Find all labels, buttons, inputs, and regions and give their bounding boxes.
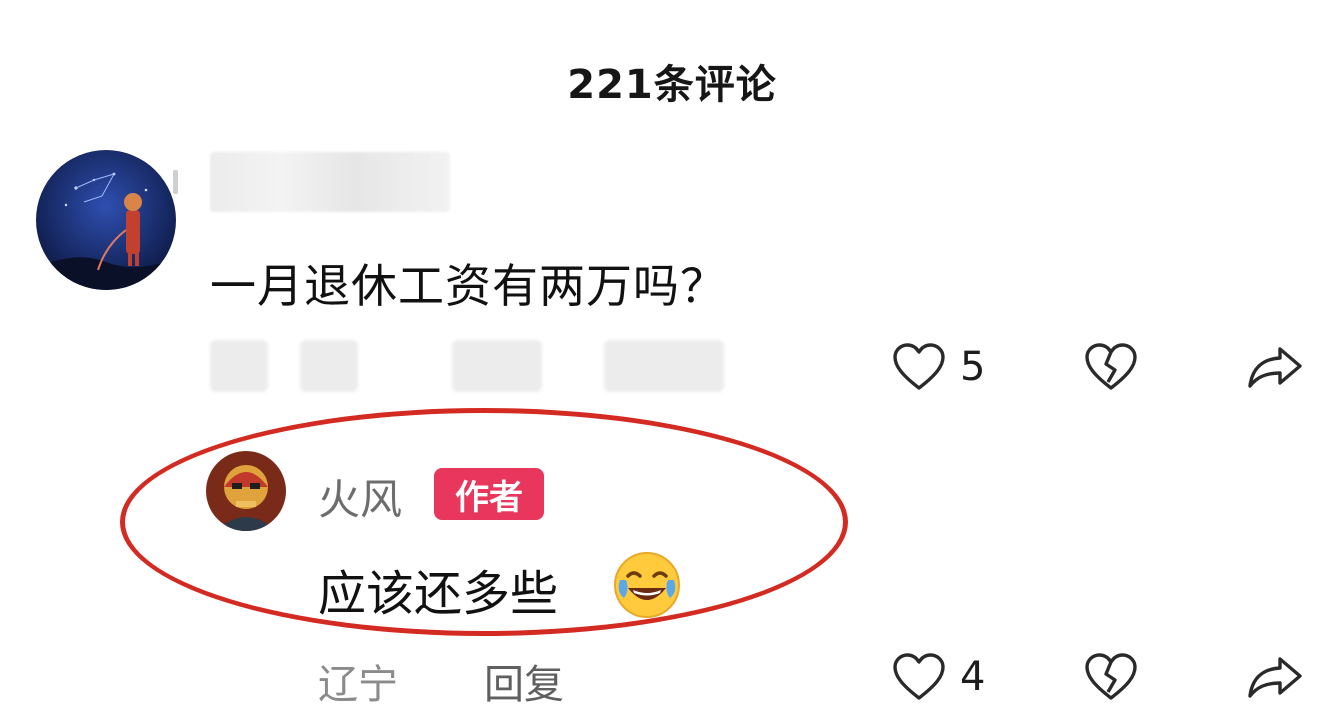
broken-heart-icon	[1085, 653, 1137, 700]
broken-heart-icon	[1085, 343, 1137, 390]
comment-dislike-button[interactable]	[1084, 342, 1138, 392]
comments-count-title: 221条评论	[567, 62, 777, 108]
heart-icon	[893, 653, 945, 700]
share-arrow-icon	[1248, 347, 1302, 388]
commenter-avatar[interactable]	[36, 150, 176, 290]
blurred-meta-4	[604, 340, 724, 392]
reply-text: 应该还多些	[318, 566, 559, 622]
author-badge: 作者	[434, 468, 544, 520]
blurred-meta-1	[210, 340, 268, 392]
reply-like-count: 4	[960, 654, 986, 700]
laughing-tears-emoji-icon	[614, 552, 680, 618]
reply-username[interactable]: 火风	[318, 466, 402, 527]
comment-share-button[interactable]	[1246, 344, 1304, 390]
blurred-username	[210, 152, 450, 212]
comment-like-button[interactable]: 5	[892, 342, 985, 392]
reply-button[interactable]: 回复	[484, 652, 564, 710]
blurred-meta-3	[452, 340, 542, 392]
blurred-meta-2	[300, 340, 358, 392]
reply-dislike-button[interactable]	[1084, 652, 1138, 702]
reply-location: 辽宁	[318, 662, 398, 708]
comment-text: 一月退休工资有两万吗？	[210, 259, 727, 313]
comment-like-count: 5	[960, 344, 986, 390]
heart-icon	[893, 343, 945, 390]
share-arrow-icon	[1248, 657, 1302, 698]
reply-like-button[interactable]: 4	[892, 652, 985, 702]
decorative-mark	[173, 170, 178, 194]
reply-avatar[interactable]	[206, 451, 286, 531]
reply-share-button[interactable]	[1246, 654, 1304, 700]
